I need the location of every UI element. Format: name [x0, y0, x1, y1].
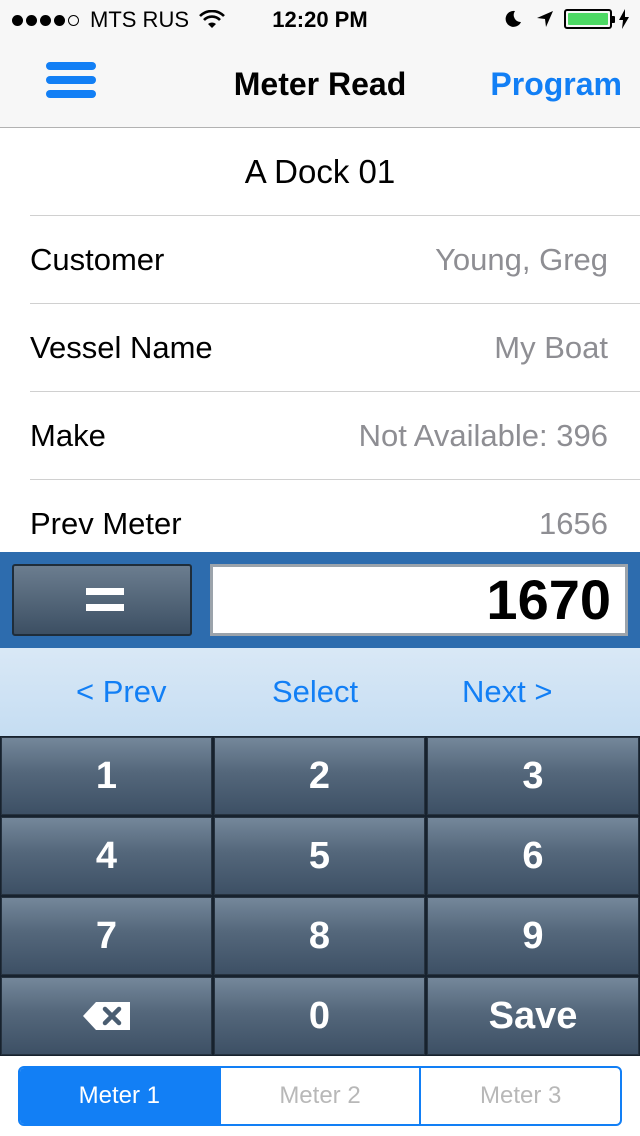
location-title: A Dock 01: [244, 153, 396, 190]
customer-label: Customer: [30, 241, 165, 277]
backspace-key[interactable]: [1, 977, 212, 1055]
program-button[interactable]: Program: [490, 66, 622, 103]
key-9[interactable]: 9: [427, 897, 639, 975]
key-3[interactable]: 3: [427, 737, 639, 815]
backspace-icon: [82, 1002, 130, 1030]
key-5[interactable]: 5: [214, 817, 425, 895]
equals-button[interactable]: [12, 564, 192, 636]
status-right: [504, 9, 630, 29]
select-button[interactable]: Select: [272, 674, 358, 710]
status-bar: MTS RUS 12:20 PM: [0, 0, 640, 40]
vessel-name-label: Vessel Name: [30, 329, 213, 365]
vessel-name-row: Vessel Name My Boat: [30, 303, 640, 391]
moon-icon: [505, 10, 521, 27]
customer-value: Young, Greg: [435, 241, 608, 277]
battery-icon: [564, 9, 615, 29]
tab-meter-2[interactable]: Meter 2: [221, 1068, 422, 1124]
key-1[interactable]: 1: [1, 737, 212, 815]
selection-bar: < Prev Select Next >: [0, 648, 640, 736]
menu-button[interactable]: [46, 62, 98, 102]
tab-meter-1[interactable]: Meter 1: [20, 1068, 221, 1124]
next-button[interactable]: Next >: [462, 674, 552, 710]
meter-segmented-control: Meter 1 Meter 2 Meter 3: [18, 1066, 622, 1126]
meter-input-bar: 1670: [0, 552, 640, 648]
key-0[interactable]: 0: [214, 977, 425, 1055]
location-arrow-icon: [537, 11, 553, 27]
vessel-name-value: My Boat: [494, 329, 608, 365]
prev-meter-value: 1656: [539, 506, 608, 541]
key-2[interactable]: 2: [214, 737, 425, 815]
key-7[interactable]: 7: [1, 897, 212, 975]
make-label: Make: [30, 417, 106, 453]
charging-bolt-icon: [619, 9, 629, 29]
numeric-keypad: 1 2 3 4 5 6 7 8 9 0 Save: [0, 736, 640, 1056]
key-4[interactable]: 4: [1, 817, 212, 895]
navigation-bar: Meter Read Program: [0, 40, 640, 128]
tab-meter-3[interactable]: Meter 3: [421, 1068, 620, 1124]
make-row: Make Not Available: 396: [30, 391, 640, 479]
meter-reading-display[interactable]: 1670: [210, 564, 628, 636]
prev-meter-row: Prev Meter 1656: [30, 479, 640, 552]
key-8[interactable]: 8: [214, 897, 425, 975]
customer-row: Customer Young, Greg: [30, 215, 640, 303]
meter-tab-area: Meter 1 Meter 2 Meter 3: [0, 1056, 640, 1136]
make-value: Not Available: 396: [358, 417, 608, 453]
save-key[interactable]: Save: [427, 977, 639, 1055]
key-6[interactable]: 6: [427, 817, 639, 895]
prev-meter-label: Prev Meter: [30, 506, 182, 541]
prev-button[interactable]: < Prev: [76, 674, 166, 710]
